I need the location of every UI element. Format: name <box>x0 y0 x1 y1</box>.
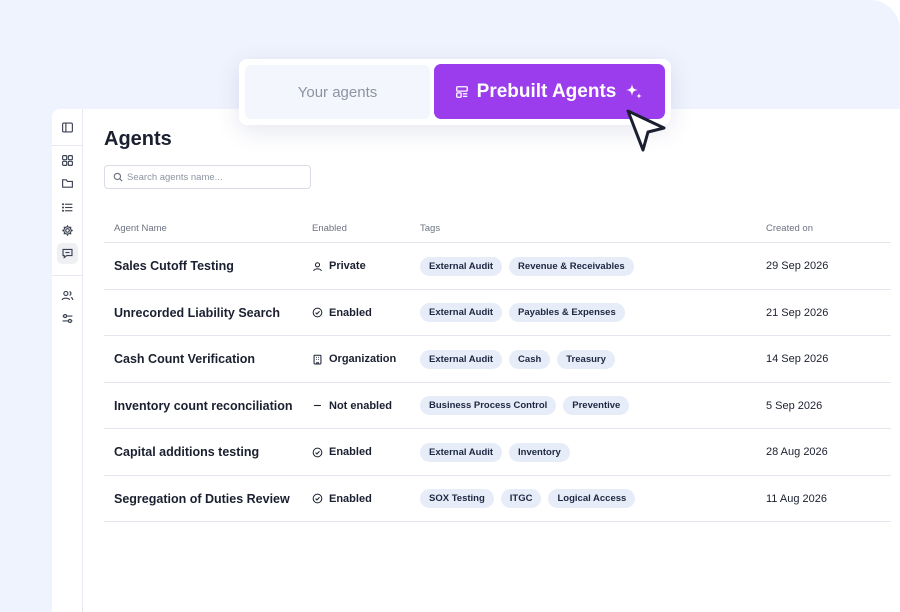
users-icon[interactable] <box>61 289 74 302</box>
chat-icon[interactable] <box>57 243 78 264</box>
column-header-tags[interactable]: Tags <box>420 223 440 234</box>
enabled-status-label: Enabled <box>329 306 372 319</box>
mouse-cursor-icon <box>626 109 666 152</box>
enabled-status-label: Not enabled <box>329 399 392 412</box>
tags-cell: Business Process Control Preventive <box>420 383 630 429</box>
enabled-status-label: Enabled <box>329 446 372 458</box>
created-date: 29 Sep 2026 <box>766 260 829 272</box>
tags-cell: External Audit Inventory <box>420 429 570 475</box>
app-window: Agents Agent Name Enabled Tags Created o… <box>52 109 900 612</box>
tab-prebuilt-agents-label: Prebuilt Agents <box>476 80 617 102</box>
tag-chip: Treasury <box>557 349 615 369</box>
table-row[interactable]: Capital additions testing Enabled Extern… <box>104 429 891 476</box>
tag-chip: SOX Testing <box>420 489 494 508</box>
sliders-icon[interactable] <box>61 312 74 325</box>
agents-table: Agent Name Enabled Tags Created on Sales… <box>104 215 891 522</box>
folder-icon[interactable] <box>61 177 74 190</box>
agent-name[interactable]: Capital additions testing <box>114 429 259 475</box>
tag-chip: External Audit <box>420 303 503 322</box>
tags-cell: External Audit Cash Treasury <box>420 336 615 382</box>
tag-chip: Payables & Expenses <box>509 303 625 322</box>
panel-toggle-icon[interactable] <box>61 121 74 134</box>
tag-chip: ITGC <box>500 489 542 508</box>
table-header: Agent Name Enabled Tags Created on <box>104 215 891 243</box>
tag-chip: External Audit <box>420 349 503 369</box>
page-title: Agents <box>104 128 172 150</box>
tag-chip: External Audit <box>420 442 503 462</box>
tag-chip: Logical Access <box>548 489 636 508</box>
tag-chip: Inventory <box>509 442 570 462</box>
enabled-status-label: Enabled <box>329 492 372 505</box>
table-row[interactable]: Segregation of Duties Review Enabled SOX… <box>104 476 891 522</box>
enabled-status: Enabled <box>312 476 372 522</box>
search-input[interactable] <box>127 171 297 183</box>
tag-chip: Business Process Control <box>420 396 557 415</box>
sidebar-divider <box>52 275 83 276</box>
tab-your-agents[interactable]: Your agents <box>245 65 430 119</box>
main-content: Agents Agent Name Enabled Tags Created o… <box>104 109 900 612</box>
enabled-status-label: Private <box>329 260 366 272</box>
agent-name[interactable]: Sales Cutoff Testing <box>114 243 234 289</box>
enabled-status: Organization <box>312 336 396 382</box>
tag-chip: Cash <box>509 349 551 369</box>
settings-icon[interactable] <box>61 224 74 237</box>
created-date: 14 Sep 2026 <box>766 353 829 365</box>
tag-chip: Revenue & Receivables <box>509 256 634 276</box>
table-row[interactable]: Cash Count Verification Organization Ext… <box>104 336 891 383</box>
agents-toggle: Your agents Prebuilt Agents <box>239 59 671 125</box>
agent-name[interactable]: Cash Count Verification <box>114 336 255 382</box>
table-row[interactable]: Sales Cutoff Testing Private External Au… <box>104 243 891 290</box>
agent-name[interactable]: Inventory count reconciliation <box>114 383 293 429</box>
building-icon <box>312 354 323 365</box>
canvas-background: Agents Agent Name Enabled Tags Created o… <box>0 0 900 612</box>
tags-cell: SOX Testing ITGC Logical Access <box>420 476 636 522</box>
user-icon <box>312 261 323 272</box>
tag-chip: Preventive <box>563 396 630 415</box>
tags-cell: External Audit Payables & Expenses <box>420 290 625 336</box>
table-row[interactable]: Inventory count reconciliation Not enabl… <box>104 383 891 429</box>
search-box[interactable] <box>104 165 311 189</box>
dash-icon <box>312 400 323 411</box>
enabled-status: Enabled <box>312 429 372 475</box>
column-header-enabled[interactable]: Enabled <box>312 223 347 234</box>
tag-chip: External Audit <box>420 256 503 276</box>
tags-cell: External Audit Revenue & Receivables <box>420 243 634 289</box>
created-date: 21 Sep 2026 <box>766 306 829 319</box>
created-date: 11 Aug 2026 <box>766 492 827 505</box>
sidebar-divider <box>52 145 83 146</box>
layout-icon <box>455 85 469 99</box>
created-date: 28 Aug 2026 <box>766 446 828 458</box>
list-icon[interactable] <box>61 201 74 214</box>
agent-name[interactable]: Segregation of Duties Review <box>114 476 290 522</box>
check-circle-icon <box>312 493 323 504</box>
check-circle-icon <box>312 307 323 318</box>
table-row[interactable]: Unrecorded Liability Search Enabled Exte… <box>104 290 891 336</box>
enabled-status: Enabled <box>312 290 372 336</box>
check-circle-icon <box>312 447 323 458</box>
sparkle-icon <box>624 82 644 102</box>
sidebar <box>52 109 83 612</box>
column-header-name[interactable]: Agent Name <box>114 223 167 234</box>
tab-your-agents-label: Your agents <box>297 83 378 101</box>
enabled-status: Not enabled <box>312 383 392 429</box>
table-body: Sales Cutoff Testing Private External Au… <box>104 243 891 522</box>
column-header-created[interactable]: Created on <box>766 223 813 234</box>
created-date: 5 Sep 2026 <box>766 399 823 412</box>
enabled-status: Private <box>312 243 366 289</box>
search-icon <box>113 172 123 182</box>
agent-name[interactable]: Unrecorded Liability Search <box>114 290 280 336</box>
grid-icon[interactable] <box>61 154 74 167</box>
enabled-status-label: Organization <box>329 353 397 365</box>
